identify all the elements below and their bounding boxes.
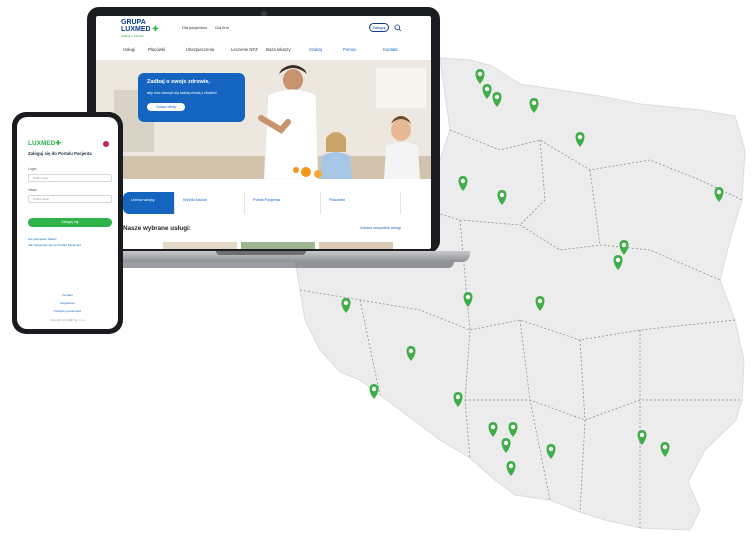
password-input[interactable]: Wpisz hasło bbox=[28, 195, 112, 203]
top-link-patients[interactable]: Dla pacjentów bbox=[182, 25, 207, 30]
location-pin-dot bbox=[531, 100, 537, 106]
service-thumb[interactable] bbox=[241, 242, 315, 249]
smartphone: LUXMED✚ Zaloguj się do Portalu Pacjenta … bbox=[12, 112, 123, 334]
quick-actions: Umów wizytę Wyniki badań Portal Pacjenta… bbox=[123, 192, 431, 214]
nav-item-insurance[interactable]: Ubezpieczenia bbox=[186, 47, 214, 52]
location-pin-dot bbox=[577, 134, 583, 140]
site-header: GRUPA LUXMED ✚ Zadbaj o zdrowie Dla pacj… bbox=[96, 16, 431, 42]
footer-terms-link[interactable]: Regulamin bbox=[17, 301, 118, 305]
footer-contact-link[interactable]: Kontakt bbox=[17, 293, 118, 297]
nav-item-nfz[interactable]: Leczenie NFZ bbox=[231, 47, 258, 52]
hero-card: Zadbaj o swoje zdrowie, aby móc cieszyć … bbox=[138, 73, 245, 122]
hero-title: Zadbaj o swoje zdrowie, bbox=[147, 79, 210, 85]
cross-icon: ✚ bbox=[152, 26, 159, 33]
location-pin-dot bbox=[343, 300, 349, 306]
copyright-text: Copyright LUX MED Sp. z o.o. bbox=[49, 319, 86, 322]
location-pin-dot bbox=[465, 294, 471, 300]
search-icon[interactable] bbox=[394, 24, 402, 32]
laptop-lid: GRUPA LUXMED ✚ Zadbaj o zdrowie Dla pacj… bbox=[87, 7, 440, 253]
nav-item-clinics[interactable]: Placówki bbox=[148, 47, 165, 52]
top-links: Dla pacjentów Dla firm bbox=[182, 25, 236, 30]
location-pin-dot bbox=[408, 348, 414, 354]
laptop-base bbox=[86, 251, 470, 262]
logo-text-luxmed: LUXMED ✚ bbox=[121, 26, 159, 33]
location-pin-icon[interactable] bbox=[369, 384, 379, 399]
location-pin-dot bbox=[494, 94, 500, 100]
location-pin-dot bbox=[639, 432, 645, 438]
location-pin-dot bbox=[490, 424, 496, 430]
forgot-password-link[interactable]: Nie pamiętasz hasła? bbox=[28, 237, 57, 241]
logo-tagline: Zadbaj o zdrowie bbox=[121, 34, 144, 38]
service-thumb[interactable] bbox=[319, 242, 393, 249]
top-link-business[interactable]: Dla firm bbox=[215, 25, 229, 30]
location-pin-dot bbox=[662, 444, 668, 450]
quick-clinics[interactable]: Placówki bbox=[321, 192, 401, 214]
service-thumb[interactable] bbox=[163, 242, 237, 249]
nav-item-search[interactable]: Szukaj bbox=[309, 47, 322, 52]
laptop-screen: GRUPA LUXMED ✚ Zadbaj o zdrowie Dla pacj… bbox=[96, 16, 431, 249]
service-thumbnails bbox=[123, 242, 431, 249]
login-button[interactable]: Zaloguj bbox=[369, 23, 389, 32]
language-icon[interactable] bbox=[103, 141, 109, 147]
location-pin-dot bbox=[548, 446, 554, 452]
nav-item-doctors[interactable]: Baza lekarzy bbox=[266, 47, 291, 52]
location-pin-dot bbox=[371, 386, 377, 392]
hero-banner: Zadbaj o swoje zdrowie, aby móc cieszyć … bbox=[96, 60, 431, 179]
quick-patient-portal[interactable]: Portal Pacjenta bbox=[245, 192, 321, 214]
logo-text-grupa: GRUPA bbox=[121, 19, 146, 26]
phone-logo: LUXMED✚ bbox=[28, 140, 61, 147]
login-title: Zaloguj się do Portalu Pacjenta bbox=[28, 151, 92, 156]
location-pin-dot bbox=[503, 440, 509, 446]
services-link[interactable]: Zobacz wszystkie usługi bbox=[360, 226, 401, 230]
location-pin-dot bbox=[508, 463, 514, 469]
footer-privacy-link[interactable]: Polityka prywatności bbox=[17, 309, 118, 313]
location-pin-dot bbox=[484, 86, 490, 92]
login-submit-button[interactable]: Zaloguj się bbox=[28, 218, 112, 227]
location-pin-dot bbox=[615, 257, 621, 263]
nav-item-help[interactable]: Pomoc bbox=[343, 47, 356, 52]
location-pin-dot bbox=[499, 192, 505, 198]
luxmed-logo[interactable]: GRUPA LUXMED ✚ Zadbaj o zdrowie bbox=[121, 19, 169, 41]
login-label: Login bbox=[28, 167, 37, 171]
services-title: Nasze wybrane usługi: bbox=[123, 225, 191, 232]
nav-item-services[interactable]: Usługi bbox=[123, 47, 135, 52]
laptop: GRUPA LUXMED ✚ Zadbaj o zdrowie Dla pacj… bbox=[86, 7, 470, 269]
phone-screen: LUXMED✚ Zaloguj się do Portalu Pacjenta … bbox=[17, 117, 118, 329]
password-label: Hasło bbox=[28, 188, 37, 192]
location-pin-dot bbox=[477, 71, 483, 77]
hero-subtitle: aby móc cieszyć się każdą chwilą z blisk… bbox=[147, 91, 218, 95]
nav-item-contact[interactable]: Kontakt bbox=[383, 47, 398, 52]
quick-book-visit[interactable]: Umów wizytę bbox=[123, 192, 175, 214]
location-pin-dot bbox=[510, 424, 516, 430]
hero-cta-button[interactable]: Zobacz ofertę bbox=[147, 103, 185, 111]
cross-icon: ✚ bbox=[55, 140, 61, 147]
quick-results[interactable]: Wyniki badań bbox=[175, 192, 245, 214]
login-input[interactable]: Wpisz login bbox=[28, 174, 112, 182]
location-pin-dot bbox=[537, 298, 543, 304]
how-to-login-link[interactable]: Jak zalogować się do Portalu Pacjenta? bbox=[28, 243, 81, 247]
location-pin-dot bbox=[716, 189, 722, 195]
location-pin-dot bbox=[455, 394, 461, 400]
location-pin-dot bbox=[621, 242, 627, 248]
main-nav: Usługi Placówki Ubezpieczenia Leczenie N… bbox=[96, 45, 431, 55]
